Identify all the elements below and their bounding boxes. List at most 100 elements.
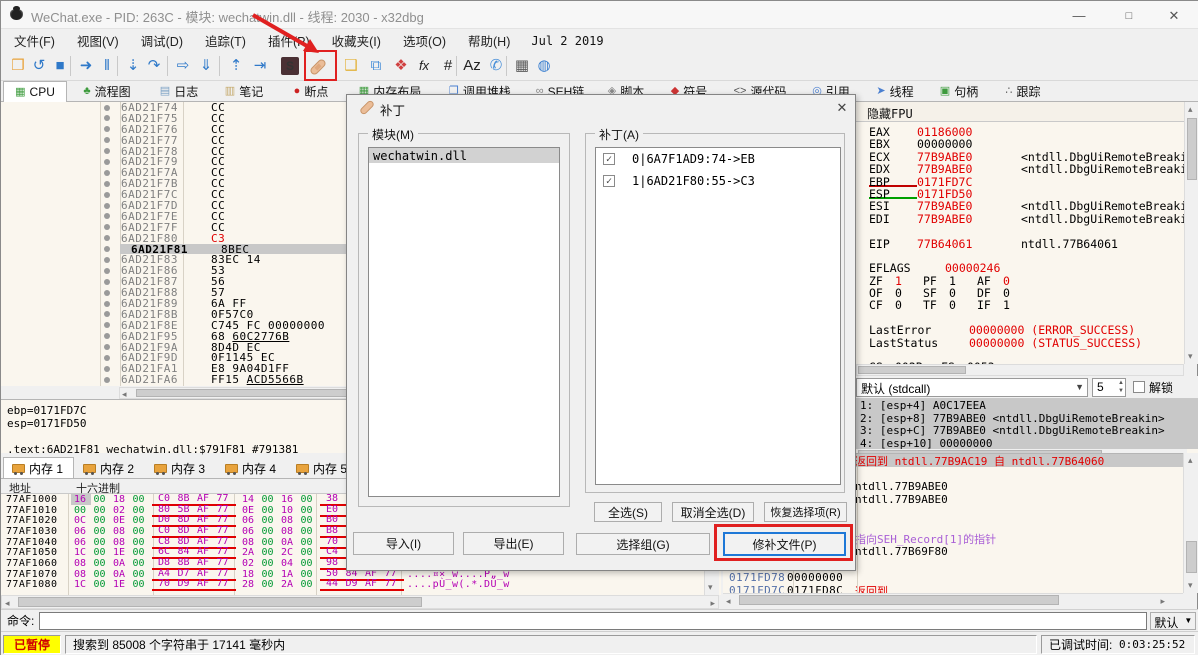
dump-byte[interactable]: 00: [91, 505, 111, 516]
unlock-checkbox[interactable]: [1133, 381, 1145, 393]
dump-byte[interactable]: 77: [214, 546, 234, 557]
dump-byte[interactable]: 00: [130, 526, 150, 537]
dump-byte[interactable]: C4: [323, 546, 343, 557]
dump-byte[interactable]: 00: [91, 494, 111, 505]
dump-byte[interactable]: B0: [323, 514, 343, 525]
scroll-down-icon[interactable]: ▾: [1188, 580, 1193, 591]
dump-byte[interactable]: 00: [298, 526, 318, 537]
dump-byte[interactable]: 8D: [175, 536, 195, 547]
dump-byte[interactable]: 2A: [239, 547, 259, 558]
breakpoint-dot-icon[interactable]: [104, 289, 110, 296]
register-line[interactable]: EDX 77B9ABE0 <ntdll.DbgUiRemoteBreakin>: [869, 162, 1198, 176]
dump-byte[interactable]: 06: [239, 526, 259, 537]
dump-byte[interactable]: D7: [175, 568, 195, 579]
dump-byte[interactable]: 38: [323, 493, 343, 504]
register-line[interactable]: OF 0 SF 0 DF 0: [869, 286, 1198, 300]
tab-handles[interactable]: ▣ 句柄: [927, 81, 991, 101]
dump-byte[interactable]: 2C: [278, 547, 298, 558]
breakpoint-dot-icon[interactable]: [104, 224, 110, 231]
patch-checkbox[interactable]: ✓: [603, 175, 615, 187]
dump-byte[interactable]: 77: [214, 493, 234, 504]
dump-byte[interactable]: 02: [110, 505, 130, 516]
argument-row[interactable]: 3: [esp+C] 77B9ABE0 <ntdll.DbgUiRemoteBr…: [856, 424, 1198, 437]
deselect-all-button[interactable]: 取消全选(D): [672, 502, 754, 522]
breakpoint-dot-icon[interactable]: [104, 267, 110, 274]
dump-byte[interactable]: 50: [323, 568, 343, 579]
run-to-cursor-icon[interactable]: ⇨: [172, 54, 194, 78]
maximize-button[interactable]: □: [1117, 7, 1141, 25]
handles-phone-icon[interactable]: ✆: [485, 54, 507, 78]
dump-byte[interactable]: 6C: [155, 546, 175, 557]
pause-icon[interactable]: ‖: [96, 54, 118, 78]
argument-row[interactable]: 2: [esp+8] 77B9ABE0 <ntdll.DbgUiRemoteBr…: [856, 411, 1198, 425]
dump-tab[interactable]: 内存 4: [216, 457, 287, 478]
menu-item[interactable]: 选项(O): [392, 28, 457, 53]
dump-byte[interactable]: 00: [91, 579, 111, 590]
registers-vscrollbar[interactable]: ▴ ▾: [1184, 102, 1198, 364]
stack-row[interactable]: 0171FD7C 0171FD8C 返回到: [723, 584, 1183, 593]
label-icon[interactable]: ⧉: [365, 54, 387, 78]
breakpoint-dot-icon[interactable]: [104, 169, 110, 176]
breakpoint-dot-icon[interactable]: [104, 115, 110, 122]
registers-panel[interactable]: 隐藏FPU EAX 01186000 EBX 00000000 ECX 77B9ABE0 <…: [856, 102, 1198, 374]
dump-byte[interactable]: AF: [362, 578, 382, 589]
breakpoint-dot-icon[interactable]: [104, 365, 110, 372]
dump-byte[interactable]: 00: [91, 515, 111, 526]
scroll-up-icon[interactable]: ▴: [1188, 455, 1193, 466]
globe-icon[interactable]: ◍: [533, 54, 555, 78]
dump-byte[interactable]: 0E: [239, 505, 259, 516]
breakpoint-dot-icon[interactable]: [104, 256, 110, 263]
tab-log[interactable]: ▤ 日志: [147, 81, 211, 101]
register-line[interactable]: [869, 249, 1198, 261]
stack-row[interactable]: 0171FD78 00000000: [723, 571, 1183, 584]
breakpoint-dot-icon[interactable]: [104, 213, 110, 220]
menu-item[interactable]: 帮助(H): [457, 28, 521, 53]
scroll-right-icon[interactable]: ▸: [710, 598, 715, 609]
dump-byte[interactable]: 08: [71, 569, 91, 580]
breakpoint-dot-icon[interactable]: [104, 344, 110, 351]
breakpoint-dot-icon[interactable]: [104, 180, 110, 187]
strings-icon[interactable]: Aᴢ: [461, 54, 483, 78]
dump-hscrollbar[interactable]: ◂ ▸: [1, 595, 719, 609]
dump-byte[interactable]: 8D: [175, 514, 195, 525]
dump-byte[interactable]: 1C: [71, 547, 91, 558]
registers-hscrollbar[interactable]: [856, 364, 1184, 376]
dump-byte[interactable]: 00: [298, 537, 318, 548]
pick-groups-button[interactable]: 选择组(G): [576, 533, 710, 555]
dump-byte[interactable]: 77: [214, 578, 234, 589]
dump-byte[interactable]: 00: [259, 558, 279, 569]
register-line[interactable]: ESI 77B9ABE0 <ntdll.DbgUiRemoteBreakin>: [869, 199, 1198, 213]
dump-byte[interactable]: 8B: [175, 493, 195, 504]
dump-byte[interactable]: 08: [278, 515, 298, 526]
dump-byte[interactable]: 04: [278, 558, 298, 569]
tab-threads[interactable]: ➤ 线程: [863, 81, 927, 101]
dump-byte[interactable]: 00: [91, 537, 111, 548]
register-line[interactable]: [869, 348, 1198, 360]
dump-byte[interactable]: 00: [130, 494, 150, 505]
dump-byte[interactable]: 00: [91, 547, 111, 558]
dump-byte[interactable]: 02: [239, 558, 259, 569]
dump-byte[interactable]: 00: [91, 526, 111, 537]
dump-byte[interactable]: 10: [278, 505, 298, 516]
dump-byte[interactable]: D9: [175, 578, 195, 589]
patch-checkbox[interactable]: ✓: [603, 153, 615, 165]
breakpoint-dot-icon[interactable]: [104, 137, 110, 144]
dump-byte[interactable]: AF: [194, 504, 214, 515]
dump-byte[interactable]: 00: [130, 579, 150, 590]
dump-byte[interactable]: 08: [71, 558, 91, 569]
dump-byte[interactable]: 00: [298, 569, 318, 580]
dump-byte[interactable]: 77: [382, 578, 402, 589]
dump-byte[interactable]: AF: [194, 493, 214, 504]
dump-byte[interactable]: D9: [343, 578, 363, 589]
register-line[interactable]: EDI 77B9ABE0 <ntdll.DbgUiRemoteBreakin>: [869, 212, 1198, 226]
modules-list[interactable]: wechatwin.dll: [368, 147, 560, 497]
restart-icon[interactable]: ↺: [28, 54, 50, 78]
patch-list-item[interactable]: ✓ 1|6AD21F80:55->C3: [596, 170, 840, 192]
breakpoint-dot-icon[interactable]: [104, 104, 110, 111]
select-all-button[interactable]: 全选(S): [594, 502, 662, 522]
dump-byte[interactable]: A4: [155, 568, 175, 579]
register-line[interactable]: ECX 77B9ABE0 <ntdll.DbgUiRemoteBreakin>: [869, 150, 1198, 164]
dump-byte[interactable]: 28: [239, 579, 259, 590]
register-line[interactable]: LastStatus 00000000 (STATUS_SUCCESS): [869, 336, 1198, 350]
dump-byte[interactable]: 77: [214, 504, 234, 515]
